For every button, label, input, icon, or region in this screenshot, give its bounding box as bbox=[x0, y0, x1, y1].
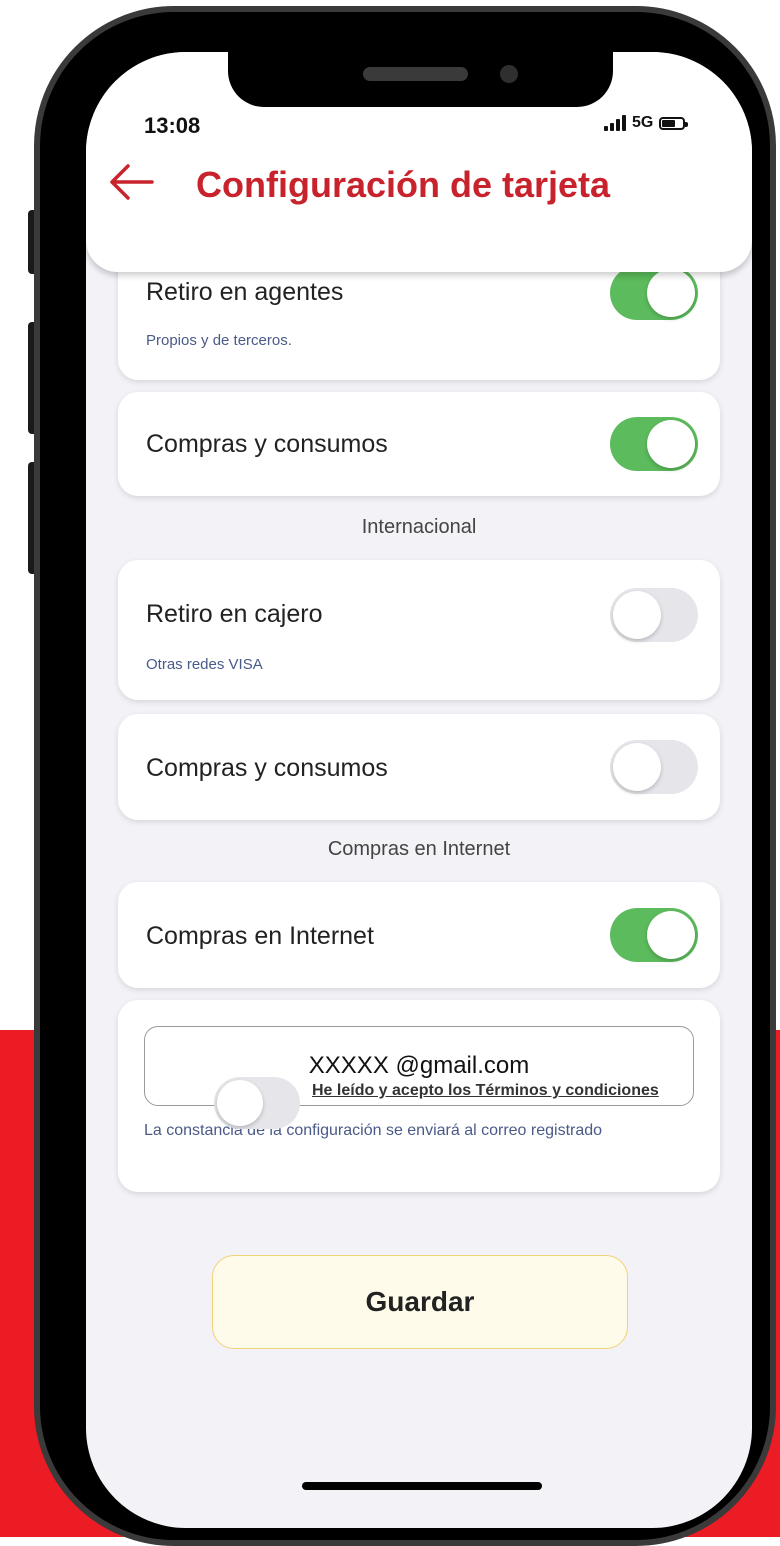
retiro-cajero-label: Retiro en cajero bbox=[146, 600, 323, 628]
compras-consumos-nacional-label: Compras y consumos bbox=[146, 430, 388, 458]
retiro-agentes-toggle[interactable] bbox=[610, 266, 698, 320]
status-time: 13:08 bbox=[144, 113, 201, 138]
front-camera bbox=[500, 65, 518, 83]
signal-icon bbox=[604, 115, 626, 131]
email-note: La constancia de la configuración se env… bbox=[144, 1122, 603, 1139]
compras-internet-toggle[interactable] bbox=[610, 908, 698, 962]
retiro-cajero-toggle[interactable] bbox=[610, 588, 698, 642]
toggle-knob bbox=[647, 420, 695, 468]
card-retiro-cajero: Retiro en cajero Otras redes VISA bbox=[118, 560, 720, 700]
compras-consumos-internacional-label: Compras y consumos bbox=[146, 754, 388, 782]
back-arrow-icon[interactable] bbox=[108, 162, 154, 202]
toggle-knob bbox=[647, 269, 695, 317]
section-title-internacional: Internacional bbox=[361, 516, 477, 538]
terms-link[interactable]: He leído y acepto los Términos y condici… bbox=[312, 1079, 672, 1102]
compras-internet-label: Compras en Internet bbox=[146, 922, 374, 950]
compras-consumos-nacional-toggle[interactable] bbox=[610, 417, 698, 471]
status-indicators: 5G bbox=[604, 114, 689, 132]
toggle-knob bbox=[647, 911, 695, 959]
battery-icon bbox=[659, 116, 689, 130]
retiro-agentes-subtitle: Propios y de terceros. bbox=[146, 332, 292, 349]
card-compras-consumos-internacional: Compras y consumos bbox=[118, 714, 720, 820]
card-compras-consumos-nacional: Compras y consumos bbox=[118, 392, 720, 496]
speaker-grille bbox=[363, 67, 468, 81]
retiro-agentes-label: Retiro en agentes bbox=[146, 278, 344, 306]
toggle-knob bbox=[613, 743, 661, 791]
terms-toggle[interactable] bbox=[214, 1077, 300, 1129]
retiro-cajero-subtitle: Otras redes VISA bbox=[146, 656, 263, 673]
save-button[interactable]: Guardar bbox=[212, 1255, 628, 1349]
app-screen: Retiro en agentes Propios y de terceros.… bbox=[86, 52, 752, 1528]
toggle-knob bbox=[613, 591, 661, 639]
network-type: 5G bbox=[632, 114, 654, 131]
card-compras-internet: Compras en Internet bbox=[118, 882, 720, 988]
compras-consumos-internacional-toggle[interactable] bbox=[610, 740, 698, 794]
section-title-compras-internet: Compras en Internet bbox=[327, 838, 511, 860]
page-title: Configuración de tarjeta bbox=[196, 164, 611, 205]
home-indicator bbox=[302, 1482, 542, 1490]
phone-notch bbox=[228, 40, 613, 107]
toggle-knob bbox=[217, 1080, 263, 1126]
